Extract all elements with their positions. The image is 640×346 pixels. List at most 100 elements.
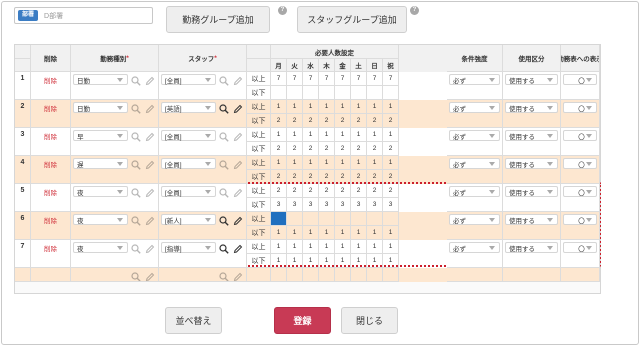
max-count-input[interactable]: 3 — [367, 198, 383, 212]
add-staff-group-button[interactable]: スタッフグループ追加 — [297, 6, 407, 33]
pencil-icon[interactable] — [144, 131, 155, 142]
delete-link[interactable]: 削除 — [31, 100, 71, 128]
max-count-input[interactable]: 2 — [287, 142, 303, 156]
max-count-input[interactable]: 1 — [287, 254, 303, 268]
search-icon[interactable] — [130, 215, 141, 226]
pencil-icon[interactable] — [232, 131, 243, 142]
display-select[interactable]: 〇 — [563, 242, 597, 253]
max-count-input[interactable]: 3 — [271, 198, 287, 212]
max-count-input[interactable]: 3 — [383, 198, 399, 212]
max-count-input[interactable]: 2 — [287, 114, 303, 128]
min-count-input[interactable]: 2 — [383, 184, 399, 198]
usage-select[interactable]: 使用する — [505, 74, 558, 85]
max-count-input[interactable]: 2 — [319, 114, 335, 128]
search-icon[interactable] — [130, 103, 141, 114]
usage-select[interactable]: 使用する — [505, 158, 558, 169]
sort-button[interactable]: 並べ替え — [165, 307, 222, 334]
search-icon[interactable] — [130, 187, 141, 198]
min-count-input[interactable]: 7 — [319, 72, 335, 86]
work-type-select[interactable]: 遅 — [73, 158, 128, 169]
search-icon[interactable] — [218, 215, 229, 226]
condition-select[interactable]: 必ず — [449, 102, 500, 113]
min-count-input[interactable]: 1 — [367, 100, 383, 114]
max-count-input[interactable]: 2 — [367, 114, 383, 128]
help-icon[interactable]: ? — [410, 6, 419, 15]
min-count-input[interactable]: 1 — [367, 128, 383, 142]
max-count-input[interactable]: 2 — [271, 170, 287, 184]
min-count-input[interactable]: 1 — [351, 100, 367, 114]
min-count-input[interactable] — [383, 212, 399, 226]
pencil-icon[interactable] — [144, 75, 155, 86]
pencil-icon[interactable] — [144, 215, 155, 226]
min-count-input[interactable]: 2 — [335, 184, 351, 198]
min-count-input[interactable]: 1 — [383, 128, 399, 142]
usage-select[interactable]: 使用する — [505, 242, 558, 253]
add-work-group-button[interactable]: 勤務グループ追加 — [166, 6, 270, 33]
min-count-input[interactable]: 1 — [319, 128, 335, 142]
min-count-input[interactable] — [287, 212, 303, 226]
staff-select[interactable]: [全員] — [161, 186, 216, 197]
pencil-icon[interactable] — [232, 271, 243, 281]
usage-select[interactable]: 使用する — [505, 186, 558, 197]
work-type-select[interactable]: 夜 — [73, 214, 128, 225]
max-count-input[interactable]: 2 — [383, 170, 399, 184]
max-count-input[interactable]: 1 — [383, 226, 399, 240]
max-count-input[interactable]: 1 — [271, 254, 287, 268]
staff-select[interactable]: [英語] — [161, 102, 216, 113]
max-count-input[interactable]: 1 — [319, 226, 335, 240]
min-count-input[interactable]: 2 — [287, 184, 303, 198]
min-count-input[interactable]: 1 — [271, 100, 287, 114]
delete-link[interactable]: 削除 — [31, 72, 71, 100]
min-count-input[interactable]: 1 — [335, 240, 351, 254]
pencil-icon[interactable] — [144, 159, 155, 170]
condition-select[interactable]: 必ず — [449, 130, 500, 141]
min-count-input[interactable]: 1 — [367, 240, 383, 254]
min-count-input[interactable]: 1 — [287, 100, 303, 114]
max-count-input[interactable]: 2 — [351, 114, 367, 128]
search-icon[interactable] — [218, 243, 229, 254]
min-count-input[interactable]: 7 — [335, 72, 351, 86]
min-count-input[interactable]: 2 — [303, 184, 319, 198]
max-count-input[interactable]: 2 — [383, 114, 399, 128]
max-count-input[interactable]: 3 — [303, 198, 319, 212]
min-count-input[interactable]: 7 — [287, 72, 303, 86]
max-count-input[interactable] — [367, 86, 383, 100]
max-count-input[interactable] — [271, 86, 287, 100]
search-icon[interactable] — [130, 159, 141, 170]
min-count-input[interactable]: 2 — [367, 184, 383, 198]
min-count-input[interactable]: 1 — [335, 128, 351, 142]
condition-select[interactable]: 必ず — [449, 186, 500, 197]
display-select[interactable]: 〇 — [563, 186, 597, 197]
max-count-input[interactable]: 3 — [319, 198, 335, 212]
staff-select[interactable]: [全員] — [161, 74, 216, 85]
min-count-input[interactable]: 1 — [271, 128, 287, 142]
work-type-select[interactable]: 夜 — [73, 242, 128, 253]
max-count-input[interactable]: 1 — [303, 254, 319, 268]
max-count-input[interactable]: 1 — [351, 254, 367, 268]
max-count-input[interactable]: 1 — [271, 226, 287, 240]
pencil-icon[interactable] — [144, 187, 155, 198]
min-count-input[interactable] — [271, 212, 287, 226]
min-count-input[interactable]: 1 — [271, 240, 287, 254]
search-icon[interactable] — [130, 131, 141, 142]
max-count-input[interactable]: 3 — [351, 198, 367, 212]
search-icon[interactable] — [218, 75, 229, 86]
min-count-input[interactable]: 1 — [303, 128, 319, 142]
min-count-input[interactable]: 1 — [303, 240, 319, 254]
max-count-input[interactable]: 1 — [319, 254, 335, 268]
min-count-input[interactable]: 7 — [271, 72, 287, 86]
usage-select[interactable]: 使用する — [505, 214, 558, 225]
staff-select[interactable]: [全員] — [161, 130, 216, 141]
max-count-input[interactable] — [319, 86, 335, 100]
staff-select[interactable]: [新人] — [161, 214, 216, 225]
max-count-input[interactable]: 3 — [335, 198, 351, 212]
max-count-input[interactable] — [303, 86, 319, 100]
min-count-input[interactable]: 1 — [383, 240, 399, 254]
display-select[interactable]: 〇 — [563, 102, 597, 113]
min-count-input[interactable]: 1 — [351, 128, 367, 142]
max-count-input[interactable] — [287, 86, 303, 100]
condition-select[interactable]: 必ず — [449, 158, 500, 169]
max-count-input[interactable] — [383, 86, 399, 100]
min-count-input[interactable]: 7 — [351, 72, 367, 86]
max-count-input[interactable]: 2 — [367, 142, 383, 156]
